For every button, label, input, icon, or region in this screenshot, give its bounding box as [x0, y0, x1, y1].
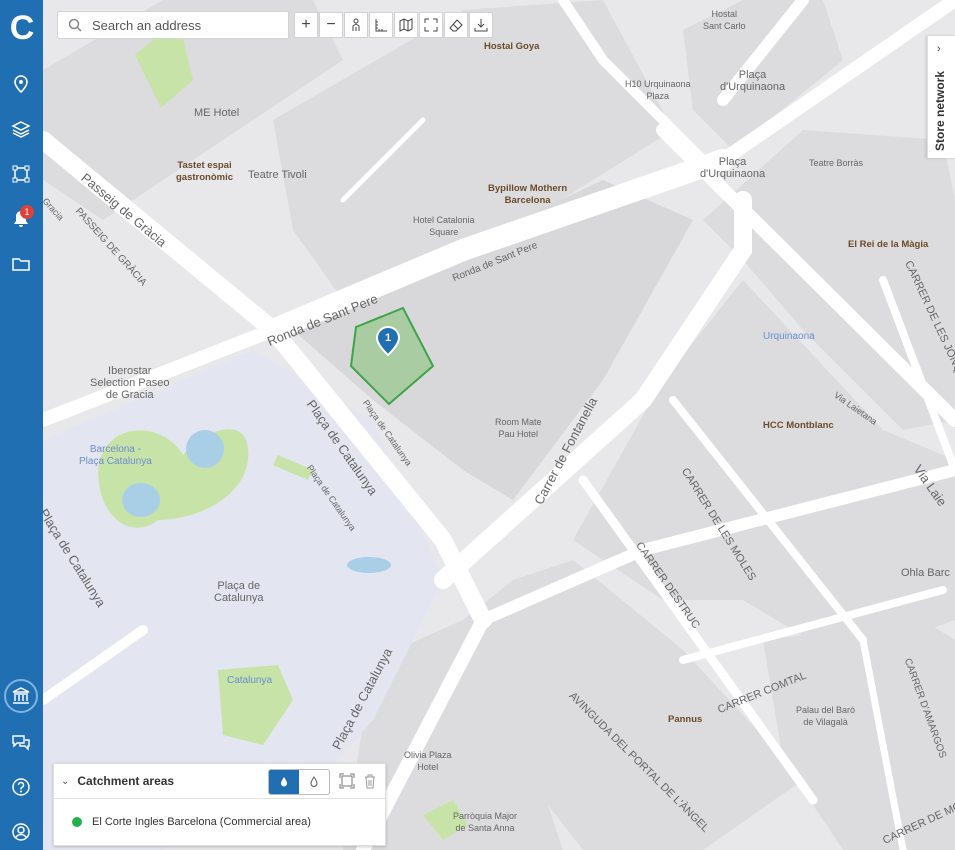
- poi-ohla: Ohla Barc: [901, 567, 950, 579]
- app-logo[interactable]: C: [6, 8, 38, 48]
- location-icon[interactable]: [9, 72, 33, 96]
- layers-icon[interactable]: [9, 117, 33, 141]
- download-button[interactable]: [469, 12, 493, 38]
- notification-badge: 1: [20, 205, 34, 219]
- marker-number: 1: [384, 332, 392, 344]
- metro-catalunya: Catalunya: [227, 675, 273, 686]
- poi-h10: H10 Urquinaona Plaza: [625, 79, 691, 101]
- folder-icon[interactable]: [9, 252, 33, 276]
- fill-mode-button[interactable]: [269, 770, 299, 794]
- chevron-right-icon: ›: [937, 43, 941, 55]
- poi-rei-magia: El Rei de la Màgia: [848, 239, 929, 250]
- poi-hcc-montblanc: HCC Montblanc: [763, 420, 834, 431]
- fullscreen-icon: [424, 18, 438, 32]
- ruler-icon: [375, 19, 387, 32]
- map-canvas[interactable]: 1 Hostal Goya Hostal Sant Carlo H10 Urqu…: [43, 0, 955, 850]
- view-toggle: [268, 769, 330, 795]
- poi-hotel-catalonia: Hotel Catalonia Square: [413, 215, 475, 237]
- catchment-item[interactable]: El Corte Ingles Barcelona (Commercial ar…: [54, 799, 385, 845]
- zoom-to-area-icon[interactable]: [339, 773, 355, 789]
- drop-filled-icon: [281, 777, 287, 787]
- poi-bypillow: Bypillow Mothern Barcelona: [488, 183, 568, 206]
- catchment-color-dot: [72, 817, 82, 827]
- help-icon[interactable]: [9, 775, 33, 799]
- catchment-item-label: El Corte Ingles Barcelona (Commercial ar…: [92, 816, 311, 828]
- map-style-button[interactable]: [394, 12, 418, 38]
- metro-urquinaona: Urquinaona: [763, 331, 815, 342]
- trash-icon[interactable]: [362, 773, 378, 789]
- zoom-out-button[interactable]: −: [319, 12, 343, 38]
- map-icon: [399, 18, 413, 32]
- poi-teatre-tivoli: Teatre Tivoli: [248, 169, 307, 181]
- search-icon: [68, 18, 82, 32]
- poi-me-hotel: ME Hotel: [194, 107, 240, 119]
- plus-icon: +: [301, 16, 311, 33]
- catchment-panel-title: Catchment areas: [77, 774, 175, 788]
- fullscreen-button[interactable]: [419, 12, 443, 38]
- poi-room-mate: Room Mate Pau Hotel: [495, 417, 542, 439]
- search-box: [57, 11, 289, 39]
- catchment-panel-header[interactable]: ⌄ Catchment areas: [54, 764, 385, 799]
- poi-olivia: Olivia Plaza Hotel: [404, 750, 452, 772]
- drop-outline-icon: [310, 776, 318, 787]
- poi-hostal-santcarlo: Hostal Sant Carlo: [703, 9, 746, 31]
- poi-iberostar: Iberostar Selection Paseo de Gracia: [90, 365, 170, 401]
- place-urquinaona-2: Plaça d'Urquinaona: [700, 156, 766, 180]
- store-network-label: Store network: [933, 70, 947, 151]
- pegman-icon: [352, 18, 360, 31]
- user-icon[interactable]: [9, 820, 33, 844]
- poi-hostal-goya: Hostal Goya: [484, 41, 540, 52]
- place-urquinaona-1: Plaça d'Urquinaona: [720, 69, 786, 93]
- poi-pannus: Pannus: [668, 714, 703, 725]
- bank-icon[interactable]: [9, 684, 33, 708]
- eraser-button[interactable]: [444, 12, 468, 38]
- metro-barcelona-pc: Barcelona - Plaça Catalunya: [79, 444, 152, 467]
- store-network-tab[interactable]: › Store network: [927, 36, 955, 158]
- chevron-down-icon[interactable]: ⌄: [61, 776, 69, 787]
- poi-teatre-borras: Teatre Borràs: [809, 158, 864, 168]
- minus-icon: −: [326, 16, 336, 33]
- ruler-button[interactable]: [369, 12, 393, 38]
- polygon-icon[interactable]: [9, 162, 33, 186]
- chat-icon[interactable]: [9, 730, 33, 754]
- street-view-button[interactable]: [344, 12, 368, 38]
- poi-palau-baro: Palau del Baró de Vilagalà: [796, 705, 856, 727]
- outline-mode-button[interactable]: [299, 770, 329, 794]
- poi-parroquia: Parròquia Major de Santa Anna: [453, 811, 518, 833]
- map-toolbar: + −: [57, 11, 493, 39]
- search-input[interactable]: [90, 16, 284, 34]
- sidebar: C 1: [0, 0, 43, 850]
- poi-tastet: Tastet espai gastronòmic: [176, 160, 234, 183]
- catchment-panel: ⌄ Catchment areas El Corte Ingles Barcel…: [53, 763, 386, 846]
- place-placa-catalunya: Plaça de Catalunya: [214, 580, 264, 604]
- eraser-icon: [449, 19, 463, 32]
- download-icon: [474, 19, 488, 32]
- zoom-in-button[interactable]: +: [294, 12, 318, 38]
